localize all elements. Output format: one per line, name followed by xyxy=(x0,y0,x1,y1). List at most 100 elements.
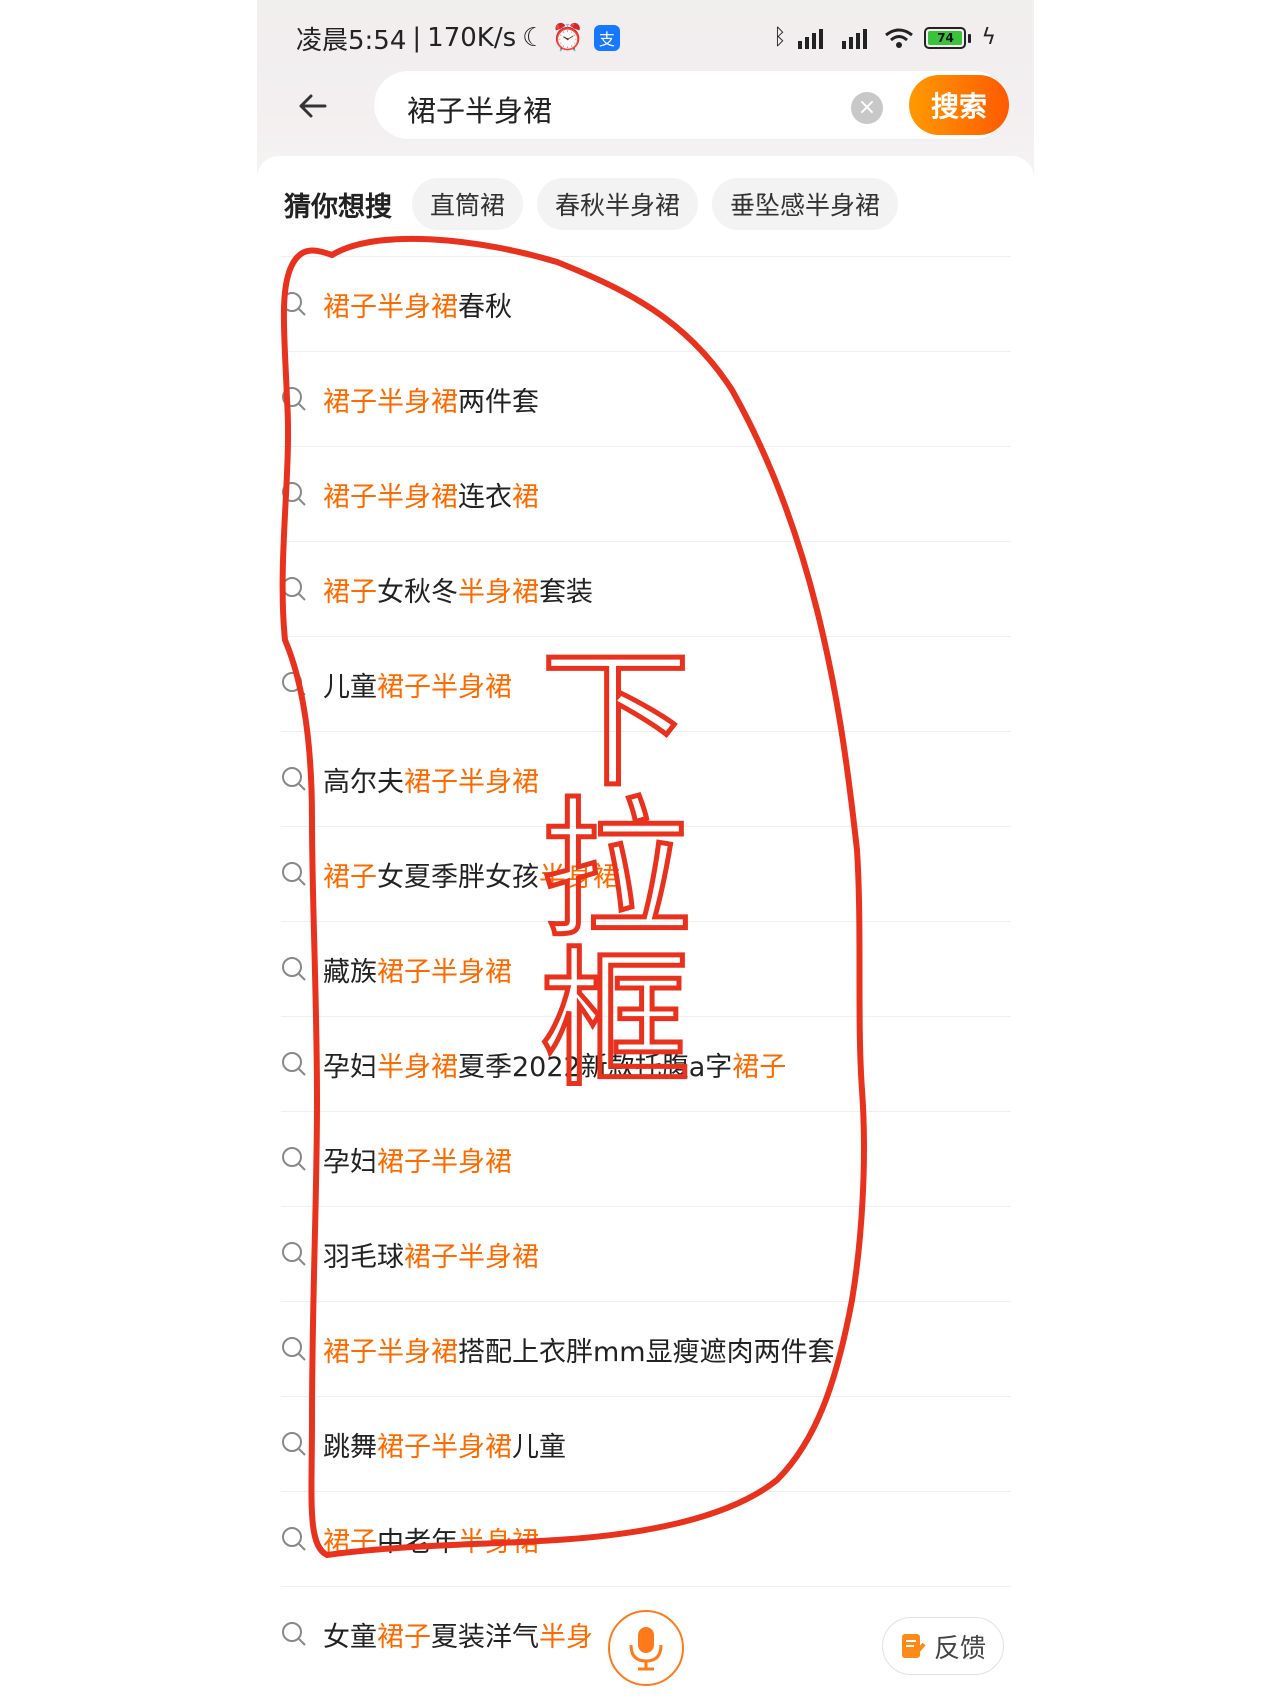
status-bar: 凌晨5:54 | 170K/s ☾ ⏰ 支 ᛒ 74 ϟ xyxy=(257,16,1034,60)
back-arrow-icon[interactable] xyxy=(295,88,331,124)
suggestion-highlight: 裙子 xyxy=(323,1527,377,1558)
search-icon xyxy=(282,1432,306,1456)
suggestion-plain: 搭配上衣胖mm显瘦遮肉两件套 xyxy=(458,1337,835,1368)
suggestion-text: 羽毛球裙子半身裙 xyxy=(323,1235,539,1274)
suggestion-row[interactable]: 裙子女秋冬半身裙套装 xyxy=(281,541,1011,636)
feedback-button[interactable]: 反馈 xyxy=(882,1617,1004,1675)
suggestion-highlight: 半身裙 xyxy=(539,862,620,893)
suggestion-row[interactable]: 裙子半身裙两件套 xyxy=(281,351,1011,446)
suggestion-highlight: 裙子半身裙 xyxy=(323,292,458,323)
suggestion-highlight: 裙子 xyxy=(732,1052,787,1083)
suggestion-plain: 夏季2022新款托腹a字 xyxy=(458,1052,733,1083)
alipay-icon: 支 xyxy=(593,25,620,51)
feedback-icon xyxy=(901,1634,926,1658)
signal-icon xyxy=(798,29,824,49)
suggestion-text: 裙子中老年半身裙 xyxy=(323,1520,539,1559)
suggestion-plain: 春秋 xyxy=(458,292,512,323)
suggestion-row[interactable]: 孕妇裙子半身裙 xyxy=(281,1111,1011,1206)
suggestion-highlight: 裙子半身裙 xyxy=(323,482,458,513)
suggestion-plain: 孕妇 xyxy=(323,1147,377,1178)
suggestion-row[interactable]: 裙子半身裙搭配上衣胖mm显瘦遮肉两件套 xyxy=(281,1301,1011,1396)
search-input[interactable]: 裙子半身裙 × 搜索 xyxy=(373,70,1009,140)
suggestion-text: 跳舞裙子半身裙儿童 xyxy=(323,1425,566,1464)
suggestion-text: 孕妇裙子半身裙 xyxy=(323,1140,512,1179)
search-icon xyxy=(282,1147,306,1171)
status-time: 凌晨5:54 xyxy=(296,25,407,56)
suggestion-text: 裙子半身裙两件套 xyxy=(323,380,539,419)
battery-icon: 74 xyxy=(924,27,972,49)
search-icon xyxy=(282,482,306,506)
suggestion-list: 裙子半身裙春秋 裙子半身裙两件套 裙子半身裙连衣裙 裙子女秋冬半身裙套装 儿童裙子半身裙… xyxy=(257,256,1034,1681)
signal-icon-2 xyxy=(842,29,868,49)
suggestion-row[interactable]: 裙子半身裙连衣裙 xyxy=(281,446,1011,541)
suggestion-highlight: 半身裙 xyxy=(458,1527,539,1558)
suggestion-plain: 中老年 xyxy=(377,1527,458,1558)
suggestion-plain: 儿童 xyxy=(323,672,377,703)
suggestion-row[interactable]: 跳舞裙子半身裙儿童 xyxy=(281,1396,1011,1491)
phone-screen: 凌晨5:54 | 170K/s ☾ ⏰ 支 ᛒ 74 ϟ 裙子半身裙 × 搜索 … xyxy=(257,0,1034,1706)
search-icon xyxy=(282,1052,306,1076)
guess-section: 猜你想搜 直筒裙 春秋半身裙 垂坠感半身裙 xyxy=(284,178,899,230)
suggestion-text: 裙子半身裙搭配上衣胖mm显瘦遮肉两件套 xyxy=(323,1330,835,1369)
voice-search-button[interactable] xyxy=(608,1610,684,1686)
clear-icon[interactable]: × xyxy=(851,92,883,124)
feedback-label: 反馈 xyxy=(933,1633,986,1664)
suggestion-plain: 儿童 xyxy=(512,1432,566,1463)
suggestion-row[interactable]: 藏族裙子半身裙 xyxy=(281,921,1011,1016)
guess-chip[interactable]: 垂坠感半身裙 xyxy=(712,178,899,230)
suggestion-plain: 高尔夫 xyxy=(323,767,404,798)
suggestion-highlight: 裙子 xyxy=(323,577,377,608)
guess-chip[interactable]: 直筒裙 xyxy=(412,178,524,230)
suggestion-plain: 两件套 xyxy=(458,387,539,418)
suggestion-row[interactable]: 高尔夫裙子半身裙 xyxy=(281,731,1011,826)
suggestion-row[interactable]: 裙子女夏季胖女孩半身裙 xyxy=(281,826,1011,921)
suggestion-plain: 藏族 xyxy=(323,957,377,988)
suggestion-plain: 连衣 xyxy=(458,482,512,513)
guess-chip[interactable]: 春秋半身裙 xyxy=(537,178,699,230)
search-icon xyxy=(282,1337,306,1361)
wifi-icon xyxy=(885,28,914,48)
suggestion-text: 裙子半身裙连衣裙 xyxy=(323,475,539,514)
alarm-icon: ⏰ xyxy=(551,23,584,53)
suggestion-highlight: 裙 xyxy=(512,482,539,513)
search-icon xyxy=(282,1527,306,1551)
search-icon xyxy=(282,1242,306,1266)
search-icon xyxy=(282,862,306,886)
search-icon xyxy=(282,577,306,601)
suggestion-highlight: 裙子半身裙 xyxy=(377,1432,512,1463)
suggestion-row[interactable]: 裙子中老年半身裙 xyxy=(281,1491,1011,1586)
suggestion-text: 儿童裙子半身裙 xyxy=(323,665,512,704)
suggestion-highlight: 裙子半身裙 xyxy=(323,387,458,418)
suggestion-plain: 女秋冬 xyxy=(377,577,458,608)
suggestion-text: 裙子半身裙春秋 xyxy=(323,285,512,324)
suggestion-plain: 跳舞 xyxy=(323,1432,377,1463)
status-net-speed: 170K/s xyxy=(427,23,517,53)
battery-level: 74 xyxy=(928,31,963,45)
suggestion-highlight: 裙子 xyxy=(323,862,377,893)
suggestion-row[interactable]: 裙子半身裙春秋 xyxy=(281,256,1011,351)
suggestion-highlight: 裙子半身裙 xyxy=(323,1337,458,1368)
suggestion-plain: 套装 xyxy=(539,577,593,608)
suggestion-highlight: 半身裙 xyxy=(377,1052,458,1083)
search-row: 裙子半身裙 × 搜索 xyxy=(257,70,1034,140)
suggestion-plain: 女夏季胖女孩 xyxy=(377,862,539,893)
bottom-bar: 反馈 xyxy=(257,1590,1034,1700)
suggestion-text: 藏族裙子半身裙 xyxy=(323,950,512,989)
status-left: 凌晨5:54 | 170K/s ☾ ⏰ 支 xyxy=(296,20,620,57)
suggestion-highlight: 裙子半身裙 xyxy=(404,767,539,798)
suggestion-row[interactable]: 孕妇半身裙夏季2022新款托腹a字裙子 xyxy=(281,1016,1011,1111)
suggestion-text: 裙子女夏季胖女孩半身裙 xyxy=(323,855,620,894)
suggestion-row[interactable]: 羽毛球裙子半身裙 xyxy=(281,1206,1011,1301)
suggestion-highlight: 半身裙 xyxy=(458,577,539,608)
microphone-icon xyxy=(629,1627,663,1671)
search-icon xyxy=(282,387,306,411)
suggestion-highlight: 裙子半身裙 xyxy=(377,957,512,988)
suggestion-highlight: 裙子半身裙 xyxy=(377,672,512,703)
search-button[interactable]: 搜索 xyxy=(909,75,1009,135)
search-icon xyxy=(282,767,306,791)
suggestion-row[interactable]: 儿童裙子半身裙 xyxy=(281,636,1011,731)
suggestion-panel: 猜你想搜 直筒裙 春秋半身裙 垂坠感半身裙 裙子半身裙春秋 裙子半身裙两件套 裙子半… xyxy=(257,156,1034,1688)
moon-icon: ☾ xyxy=(522,23,546,53)
search-icon xyxy=(282,292,306,316)
search-query-text: 裙子半身裙 xyxy=(407,94,553,128)
